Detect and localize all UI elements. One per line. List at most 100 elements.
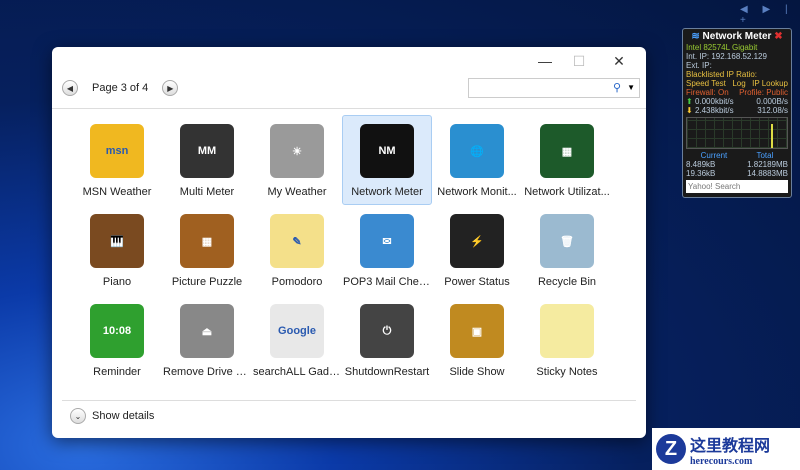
gadget-item[interactable]: Google searchALL Gadg... [252,295,342,385]
gadget-icon: ✉ [360,214,414,268]
gadget-label: Picture Puzzle [171,276,243,288]
watermark-url: herecours.com [690,455,753,467]
gadget-label: Reminder [93,366,141,378]
gadget-icon: 🌐 [450,124,504,178]
current-down: 19.36kB [686,169,716,178]
gadget-icon: ☀ [270,124,324,178]
traffic-graph [686,117,788,149]
gadget-label: Piano [102,276,132,288]
page-label: Page 3 of 4 [92,82,149,94]
gadget-label: Remove Drive S... [163,366,251,378]
gadget-label: My Weather [267,186,327,198]
gadget-item[interactable]: NM Network Meter [342,115,432,205]
profile: Profile: Public [739,88,788,97]
show-details-button[interactable]: ⌄ Show details [70,408,154,424]
gadget-icon: NM [360,124,414,178]
gadget-item[interactable]: ✎ Pomodoro [252,205,342,295]
gadget-label: Slide Show [449,366,505,378]
gadget-label: ShutdownRestart [344,366,430,378]
gadget-gallery-window: — ☐ ✕ ◀ Page 3 of 4 ▶ ⚲ ▼ msn MSN Weather… [52,47,646,438]
up-bits: 0.000kbit/s [694,97,734,106]
divider [52,108,646,109]
gadget-nav[interactable]: ◀ ▶ | + [740,4,800,26]
gadget-item[interactable]: ▣ Slide Show [432,295,522,385]
gadget-icon: ▦ [540,124,594,178]
gadget-label: MSN Weather [82,186,152,198]
down-bits: 2.438kbit/s [694,106,734,115]
gadget-icon: ✎ [270,214,324,268]
prev-page-button[interactable]: ◀ [62,80,78,96]
watermark-title: 这里教程网 [690,437,771,455]
gadget-label: Recycle Bin [537,276,597,288]
gadget-item[interactable]: ⏻ ShutdownRestart [342,295,432,385]
minimize-button[interactable]: — [530,53,560,69]
gadget-grid: msn MSN Weather MM Multi Meter ☀ My Weather NM… [72,115,612,385]
gadget-icon: ▣ [450,304,504,358]
gadget-icon: ⚡ [450,214,504,268]
gadget-item[interactable]: 🌐 Network Monit... [432,115,522,205]
firewall: Firewall: On [686,88,729,97]
search-input[interactable]: ⚲ ▼ [468,78,640,98]
gadget-label: POP3 Mail Chec... [343,276,431,288]
current-label: Current [700,151,728,160]
gadget-title: Network Meter [702,31,772,42]
gadget-item[interactable]: msn MSN Weather [72,115,162,205]
gadget-icon [540,304,594,358]
gadget-icon: ⏏ [180,304,234,358]
up-bytes: 0.000B/s [756,97,788,106]
speed-test-link[interactable]: Speed Test [686,79,726,88]
gadget-item[interactable]: ✉ POP3 Mail Chec... [342,205,432,295]
show-details-label: Show details [92,410,155,422]
close-icon[interactable]: ✖ [774,31,782,42]
wifi-icon: ≋ [691,31,700,42]
gadget-item[interactable]: 🗑 Recycle Bin [522,205,612,295]
gadget-item[interactable]: 🎹 Piano [72,205,162,295]
total-down: 14.8883MB [747,169,788,178]
maximize-button[interactable]: ☐ [564,53,594,70]
gadget-item[interactable]: ▦ Picture Puzzle [162,205,252,295]
gadget-item[interactable]: 10:08 Reminder [72,295,162,385]
chevron-down-icon[interactable]: ▼ [627,83,635,92]
traffic-spike [771,124,773,148]
gadget-label: Power Status [444,276,510,288]
gadget-icon: 10:08 [90,304,144,358]
divider [62,400,636,401]
gadget-icon: 🎹 [90,214,144,268]
gadget-icon: ▦ [180,214,234,268]
page-nav: ◀ Page 3 of 4 ▶ [62,80,179,96]
gadget-icon: 🗑 [540,214,594,268]
adapter: Intel 82574L Gigabit [686,43,758,52]
blacklisted: Blacklisted IP Ratio: [686,70,757,79]
gadget-item[interactable]: Sticky Notes [522,295,612,385]
watermark-logo: Z [656,434,686,464]
gadget-label: Network Monit... [437,186,517,198]
gadget-icon: ⏻ [360,304,414,358]
next-page-button[interactable]: ▶ [162,80,179,96]
gadget-icon: MM [180,124,234,178]
gadget-item[interactable]: ☀ My Weather [252,115,342,205]
ip-lookup-link[interactable]: IP Lookup [752,79,788,88]
total-label: Total [756,151,774,160]
ext-ip: Ext. IP: [686,61,712,70]
gadget-label: Sticky Notes [536,366,598,378]
up-arrow-icon: ⬆ [686,97,693,106]
gadget-item[interactable]: ⏏ Remove Drive S... [162,295,252,385]
current-up: 8.489kB [686,160,716,169]
down-bytes: 312.08/s [757,106,788,115]
chevron-down-icon: ⌄ [70,408,86,424]
gadget-label: Pomodoro [271,276,323,288]
int-ip: Int. IP: 192.168.52.129 [686,52,767,61]
yahoo-search-input[interactable]: Yahoo! Search [686,180,788,193]
search-icon[interactable]: ⚲ [613,81,621,94]
gadget-label: Network Meter [351,186,423,198]
gadget-label: Multi Meter [179,186,235,198]
gadget-item[interactable]: ⚡ Power Status [432,205,522,295]
network-meter-gadget: ≋ Network Meter ✖ Intel 82574L Gigabit I… [682,28,792,198]
gadget-icon: Google [270,304,324,358]
close-button[interactable]: ✕ [604,53,634,70]
log-link[interactable]: Log [732,79,745,88]
gadget-item[interactable]: MM Multi Meter [162,115,252,205]
gadget-item[interactable]: ▦ Network Utilizat... [522,115,612,205]
gadget-label: Network Utilizat... [524,186,610,198]
search-placeholder: Yahoo! Search [688,182,741,191]
